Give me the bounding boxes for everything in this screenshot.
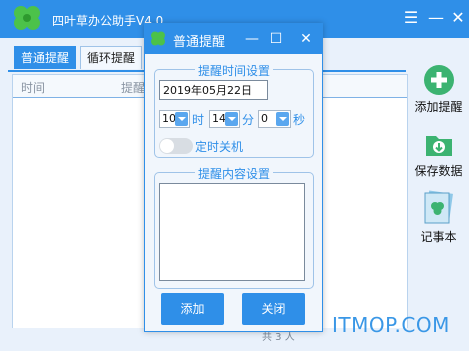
dialog-minimize-button[interactable]: — <box>241 28 263 50</box>
plus-circle-icon <box>424 65 454 95</box>
date-picker[interactable]: 2019年05月22日 <box>159 80 268 100</box>
chevron-down-icon[interactable] <box>175 112 188 126</box>
close-button[interactable]: ✕ <box>448 8 468 28</box>
column-header-time[interactable]: 时间 <box>21 79 45 96</box>
add-button[interactable]: 添加 <box>161 293 224 325</box>
notebook-label: 记事本 <box>420 230 457 244</box>
reminder-content-textarea[interactable] <box>159 183 305 281</box>
shutdown-label: 定时关机 <box>195 140 244 154</box>
dialog-title-bar[interactable]: 普通提醒 — ☐ ✕ <box>145 24 322 54</box>
chevron-down-icon[interactable] <box>225 112 238 126</box>
minute-unit: 分 <box>242 113 255 127</box>
save-data-label: 保存数据 <box>414 164 463 178</box>
minimize-button[interactable]: — <box>426 8 446 28</box>
shutdown-toggle[interactable] <box>159 138 193 154</box>
folder-save-icon <box>426 136 452 156</box>
clover-small-icon <box>151 31 165 46</box>
hour-value: 10 <box>162 112 176 125</box>
time-settings-legend: 提醒时间设置 <box>195 62 274 79</box>
notebook-button[interactable]: 记事本 <box>408 188 469 246</box>
column-header-reminder[interactable]: 提醒 <box>121 79 145 96</box>
side-toolbar: 添加提醒 保存数据 记事本 <box>408 60 469 250</box>
menu-icon[interactable]: ☰ <box>401 8 421 28</box>
watermark: ITMOP.COM <box>332 313 450 337</box>
save-data-button[interactable]: 保存数据 <box>408 124 469 180</box>
chevron-down-icon[interactable] <box>276 112 289 126</box>
add-reminder-button[interactable]: 添加提醒 <box>408 60 469 116</box>
content-settings-group: 提醒内容设置 <box>154 165 314 289</box>
hour-select[interactable]: 10 <box>159 110 190 128</box>
second-value: 0 <box>261 112 268 125</box>
notebook-icon <box>424 190 453 224</box>
time-settings-group: 提醒时间设置 2019年05月22日 10 时 14 分 0 秒 定时关机 <box>154 62 314 158</box>
second-select[interactable]: 0 <box>258 110 291 128</box>
reminder-dialog: 普通提醒 — ☐ ✕ 提醒时间设置 2019年05月22日 10 时 14 分 … <box>144 23 323 332</box>
minute-select[interactable]: 14 <box>209 110 240 128</box>
toggle-knob <box>160 139 174 153</box>
dialog-close-button[interactable]: ✕ <box>295 28 317 50</box>
add-reminder-label: 添加提醒 <box>414 100 463 114</box>
tab-normal-reminder[interactable]: 普通提醒 <box>14 46 77 69</box>
clover-logo-icon <box>14 6 40 30</box>
content-settings-legend: 提醒内容设置 <box>195 165 274 182</box>
hour-unit: 时 <box>192 113 205 127</box>
dialog-title: 普通提醒 <box>173 35 226 50</box>
tab-loop-reminder[interactable]: 循环提醒 <box>80 46 143 69</box>
dialog-close-action-button[interactable]: 关闭 <box>242 293 305 325</box>
second-unit: 秒 <box>293 113 306 127</box>
minute-value: 14 <box>212 112 226 125</box>
dialog-maximize-button[interactable]: ☐ <box>265 28 287 50</box>
